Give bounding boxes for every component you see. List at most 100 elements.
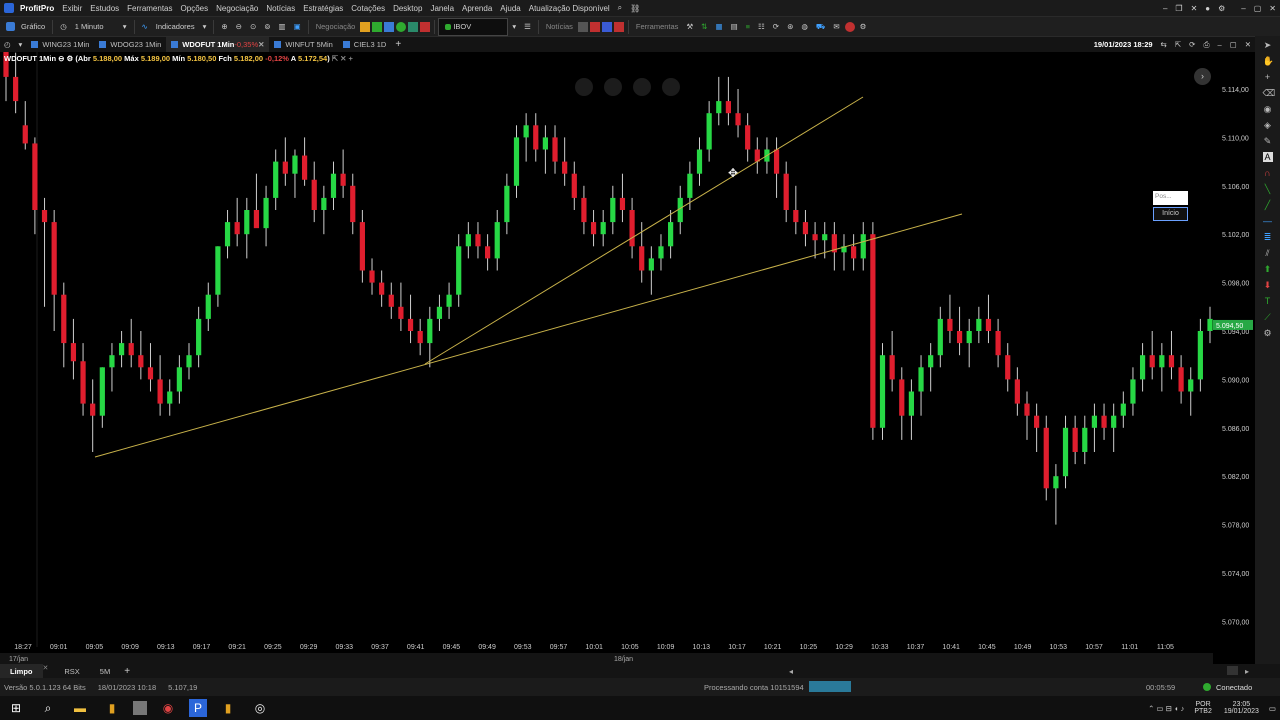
scrollbar[interactable] [1227,666,1238,675]
candle-up[interactable] [860,234,866,259]
chart-tab[interactable]: WDOFUT 1Min -0,35% ✕ [166,37,270,52]
candle-down[interactable] [359,222,365,271]
menu-item[interactable]: Ferramentas [123,4,176,13]
candle-up[interactable] [1197,331,1203,380]
trendline[interactable] [94,213,963,458]
candle-up[interactable] [465,234,471,247]
scroll-right-icon[interactable]: ▸ [1245,667,1249,676]
magnet-red-icon[interactable]: ∩ [1263,168,1273,178]
candle-down[interactable] [157,379,163,404]
chart-tab[interactable]: WDOG23 1Min [94,37,166,52]
app-icon-2[interactable] [133,701,147,715]
noticias-label[interactable]: Notícias [542,19,577,35]
candle-up[interactable] [1091,415,1098,428]
candle-down[interactable] [138,355,144,368]
menu-item[interactable]: Exibir [58,4,86,13]
menu-item[interactable]: Negociação [212,4,262,13]
layers-icon[interactable]: ◈ [1263,120,1273,130]
candle-up[interactable] [908,391,915,416]
candle-up[interactable] [928,355,934,368]
menu-item[interactable]: Estratégias [299,4,347,13]
candle-up[interactable] [99,367,105,416]
hand-icon[interactable]: ✋ [1263,56,1274,66]
candle-down[interactable] [388,294,394,307]
hline-icon[interactable]: — [1263,216,1273,226]
candle-down[interactable] [485,246,491,259]
candle-down[interactable] [301,155,308,180]
candle-up[interactable] [716,101,722,114]
candle-down[interactable] [956,331,963,344]
candle-down[interactable] [379,282,385,295]
vline-icon[interactable]: T [1263,296,1273,306]
candle-down[interactable] [899,379,905,416]
candle-down[interactable] [417,331,423,344]
candle-down[interactable] [639,246,645,271]
candle-down[interactable] [995,331,1001,356]
menu-item[interactable]: Desktop [389,4,426,13]
bottom-tab-close-icon[interactable]: ✕ [43,664,49,678]
candle-down[interactable] [70,343,77,362]
candle-up[interactable] [706,113,712,150]
order-c-icon[interactable] [360,21,371,32]
candle-up[interactable] [687,173,693,198]
windows-start-icon[interactable]: ⊞ [5,699,27,717]
bars-icon[interactable]: ▥ [275,19,290,35]
arrow-down-icon[interactable]: ⬇ [1263,280,1273,290]
globe-icon[interactable]: ◍ [797,19,812,35]
nav-dot-icon[interactable] [604,78,622,96]
candle-up[interactable] [1111,415,1117,428]
candle-down[interactable] [793,210,799,223]
app-icon-3[interactable]: ▮ [217,699,239,717]
chart-tab[interactable]: WING23 1Min [26,37,94,52]
ruler-icon[interactable]: ⟋ [1263,312,1273,322]
candle-up[interactable] [879,355,886,428]
indicators-button[interactable]: Indicadores [152,19,199,35]
timeframe-select[interactable]: 1 Minuto [71,19,119,35]
profit-icon[interactable]: P [189,699,207,717]
candle-down[interactable] [1024,403,1030,416]
candle-up[interactable] [600,222,606,235]
symbol-input[interactable]: IBOV [438,17,509,36]
search-icon[interactable]: ⌕ [614,3,626,13]
candle-down[interactable] [340,173,346,186]
candle-up[interactable] [668,222,674,247]
restore-button[interactable]: ❐ [1171,4,1186,13]
close-menu-button[interactable]: ✕ [1187,4,1202,13]
nav-dot-icon[interactable] [662,78,680,96]
nav-dots[interactable] [575,78,680,96]
pencil-icon[interactable]: ✎ [1263,136,1273,146]
tab-close-icon[interactable]: ✕ [1241,37,1255,53]
candle-down[interactable] [41,210,48,223]
record-icon[interactable] [844,21,855,32]
candle-up[interactable] [215,246,221,295]
candle-up[interactable] [1120,403,1126,416]
candle-down[interactable] [851,246,857,259]
candle-up[interactable] [1053,476,1059,489]
book-icon[interactable] [384,21,395,32]
bottom-tab[interactable]: 5M [90,664,120,678]
candle-up[interactable] [1062,427,1069,477]
order-v-icon[interactable] [372,21,383,32]
ray-icon[interactable]: ╱ [1263,200,1273,210]
candle-down[interactable] [1005,355,1011,380]
candle-down[interactable] [629,210,635,247]
tv-icon[interactable] [601,21,612,32]
file-explorer-icon[interactable]: ▬ [69,699,91,717]
zoom-fit-icon[interactable]: ⊙ [246,19,260,35]
tray-icons[interactable]: ⌃ ▭ ⊟ ◖ ♪ [1144,700,1188,716]
candle-down[interactable] [870,234,876,428]
notifications-icon[interactable]: ▭ [1265,700,1280,716]
layers-icon[interactable]: ≡ [742,19,754,35]
legend-expand-icon[interactable]: ⇱ ✕ + [332,54,353,63]
candle-up[interactable] [504,185,510,223]
nav-dot-icon[interactable] [575,78,593,96]
clock-time[interactable]: 23:05 [1233,701,1251,708]
channel-icon[interactable]: ⫽ [1263,248,1273,258]
candle-up[interactable] [330,173,337,198]
fibo-icon[interactable]: ≣ [1263,232,1273,242]
candle-down[interactable] [13,76,19,102]
candle-down[interactable] [253,210,260,229]
candle-up[interactable] [542,137,548,150]
candle-up[interactable] [494,222,500,259]
candle-up[interactable] [427,318,433,344]
